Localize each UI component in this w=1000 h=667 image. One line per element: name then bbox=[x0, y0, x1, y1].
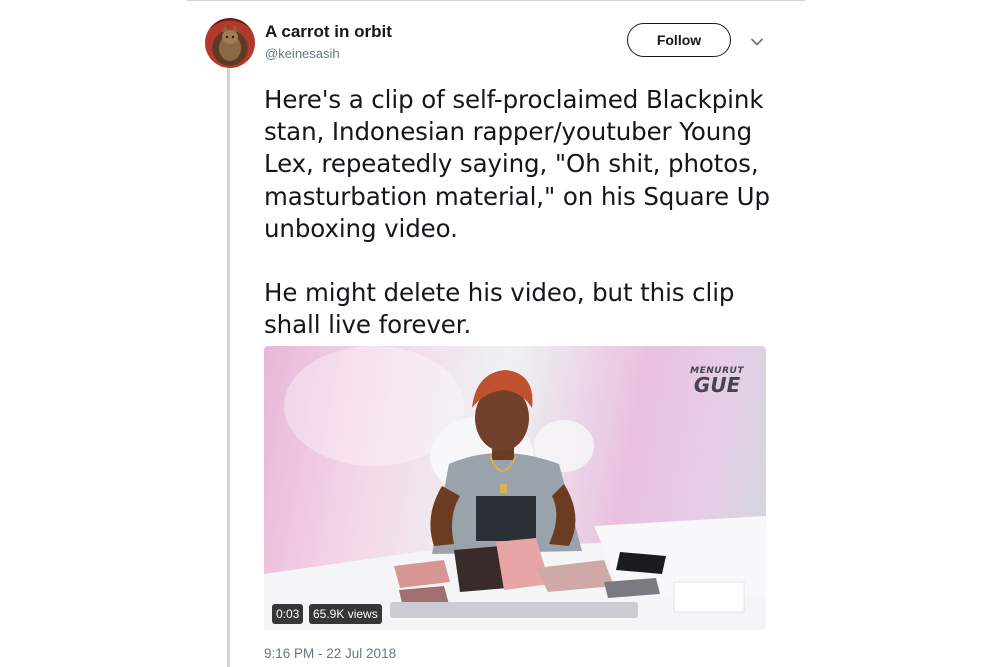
avatar[interactable] bbox=[205, 18, 255, 68]
author-handle[interactable]: @keinesasih bbox=[265, 46, 340, 61]
tweet-timestamp[interactable]: 9:16 PM - 22 Jul 2018 bbox=[264, 646, 396, 661]
chevron-down-icon[interactable] bbox=[750, 35, 764, 49]
watermark-bottom: GUE bbox=[693, 373, 741, 397]
tweet-text: Here's a clip of self-proclaimed Blackpi… bbox=[264, 85, 770, 340]
video-duration-badge: 0:03 bbox=[272, 604, 304, 624]
video-views-badge: 65.9K views bbox=[309, 604, 382, 624]
top-divider bbox=[187, 0, 805, 1]
thread-line bbox=[227, 68, 230, 667]
follow-button[interactable]: Follow bbox=[627, 23, 731, 57]
video-player[interactable]: MENURUT GUE 0:03 65.9K views bbox=[264, 346, 766, 630]
author-display-name[interactable]: A carrot in orbit bbox=[265, 22, 392, 42]
video-watermark: MENURUT GUE bbox=[690, 366, 744, 397]
